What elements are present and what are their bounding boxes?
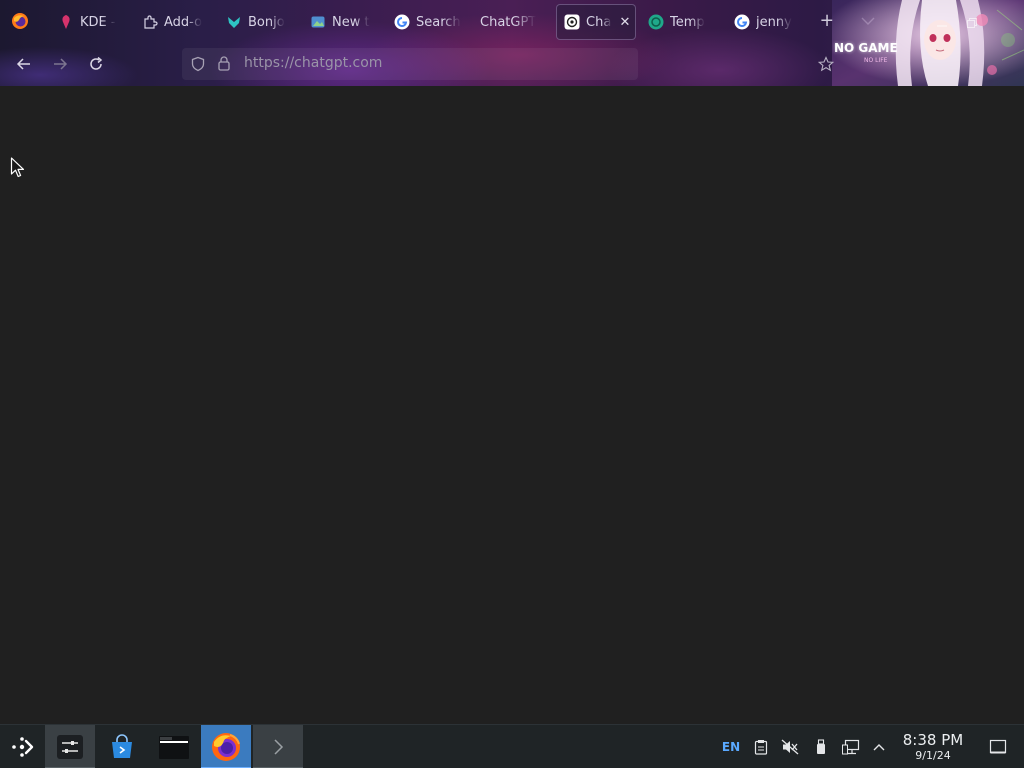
reload-button[interactable] xyxy=(86,54,106,74)
tab-label: KDE - xyxy=(80,14,116,30)
tab-chatgpt-active[interactable]: Cha ✕ xyxy=(556,4,636,40)
reload-icon xyxy=(90,56,103,70)
new-tab-icon xyxy=(310,14,326,30)
banner-subtitle: NO LIFE xyxy=(864,57,888,64)
url-bar[interactable]: https://chatgpt.com xyxy=(182,48,638,80)
close-tab-icon[interactable]: ✕ xyxy=(618,15,632,30)
banner-title: NO GAME xyxy=(834,41,898,55)
tab-label: New t xyxy=(332,14,370,30)
tab-label: Search xyxy=(416,14,461,30)
bookmark-star-icon[interactable] xyxy=(817,56,836,74)
web-page-content[interactable] xyxy=(0,86,1024,724)
tab-label: Bonjo xyxy=(248,14,285,30)
firefox-logo-icon[interactable] xyxy=(10,12,30,32)
task-file-manager[interactable] xyxy=(149,725,199,768)
network-wired-icon[interactable] xyxy=(840,725,862,768)
task-system-settings[interactable] xyxy=(45,725,95,768)
mouse-cursor-icon xyxy=(10,157,26,179)
openai-icon xyxy=(564,14,580,30)
google-icon xyxy=(734,14,750,30)
forward-button[interactable] xyxy=(50,54,70,74)
tab-label: Add-o xyxy=(164,14,203,30)
application-launcher-button[interactable] xyxy=(0,725,44,768)
temp-icon xyxy=(648,14,664,30)
clipboard-icon[interactable] xyxy=(751,725,771,768)
tab-label: jenny xyxy=(756,14,792,30)
task-discover-store[interactable] xyxy=(97,725,147,768)
tracking-protection-shield-icon[interactable] xyxy=(190,56,206,72)
desktop-screen: KDE - Add-o Bonjo New t Search ChatGPT C… xyxy=(0,0,1024,768)
tab-new-tab[interactable]: New t xyxy=(304,4,376,40)
taskbar: EN 8:38 PM 9/1/24 xyxy=(0,724,1024,768)
clock-time: 8:38 PM xyxy=(902,731,964,749)
minimize-window-icon[interactable] xyxy=(936,14,950,28)
digital-clock[interactable]: 8:38 PM 9/1/24 xyxy=(896,731,970,763)
tab-jenny[interactable]: jenny xyxy=(728,4,804,40)
terminal-chevron-icon xyxy=(274,739,284,755)
tab-bonjour[interactable]: Bonjo xyxy=(220,4,292,40)
tray-expand-chevron-up-icon[interactable] xyxy=(870,725,888,768)
url-text[interactable]: https://chatgpt.com xyxy=(244,55,382,71)
puzzle-icon xyxy=(142,14,158,30)
task-firefox[interactable] xyxy=(201,725,251,768)
show-desktop-icon[interactable] xyxy=(986,725,1010,768)
tab-kde[interactable]: KDE - xyxy=(52,4,124,40)
tab-temp[interactable]: Temp xyxy=(642,4,718,40)
folder-icon xyxy=(159,736,189,759)
back-button[interactable] xyxy=(14,54,34,74)
kde-launcher-icon xyxy=(12,737,34,757)
arrow-right-icon xyxy=(54,58,68,70)
bonjour-icon xyxy=(226,14,242,30)
tab-label: Temp xyxy=(670,14,705,30)
clock-date: 9/1/24 xyxy=(915,749,951,762)
tab-search[interactable]: Search xyxy=(388,4,464,40)
removable-device-icon[interactable] xyxy=(811,725,831,768)
tab-addons[interactable]: Add-o xyxy=(136,4,208,40)
lock-icon[interactable] xyxy=(217,55,233,73)
settings-sliders-icon xyxy=(57,735,83,759)
maximize-window-icon[interactable] xyxy=(966,14,980,28)
tab-label: Cha xyxy=(586,14,612,30)
browser-chrome: KDE - Add-o Bonjo New t Search ChatGPT C… xyxy=(0,0,1024,86)
kde-icon xyxy=(58,14,74,30)
keyboard-layout-indicator[interactable]: EN xyxy=(720,725,742,768)
tab-chatgpt[interactable]: ChatGPT xyxy=(476,4,546,40)
volume-muted-icon[interactable] xyxy=(780,725,800,768)
firefox-icon xyxy=(212,733,240,761)
task-terminal[interactable] xyxy=(253,725,303,768)
google-icon xyxy=(394,14,410,30)
tab-label: ChatGPT xyxy=(480,14,537,30)
store-bag-icon xyxy=(112,734,132,758)
arrow-left-icon xyxy=(16,58,30,70)
